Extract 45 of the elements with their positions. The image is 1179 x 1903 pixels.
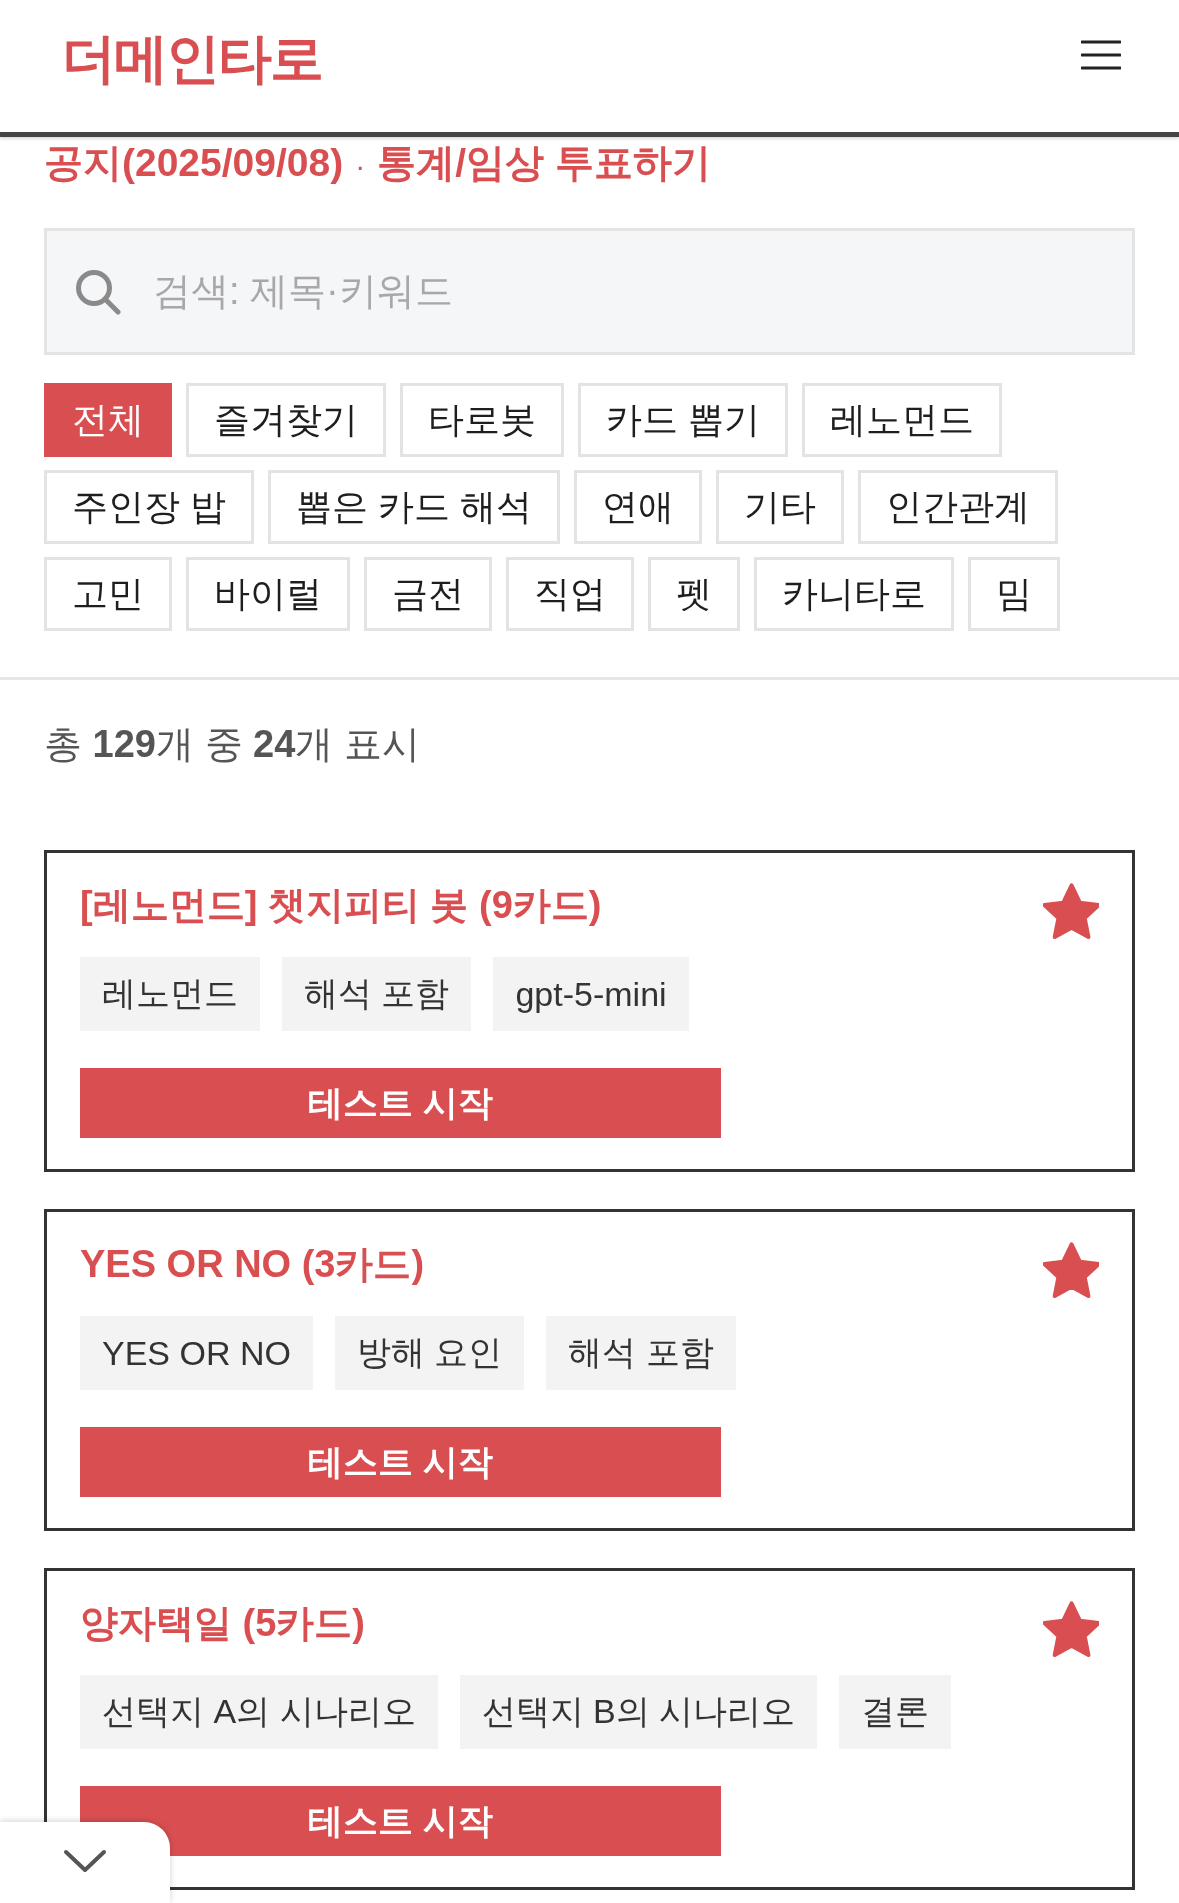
chevron-down-icon — [63, 1848, 107, 1873]
tag: 해석 포함 — [282, 957, 472, 1031]
menu-icon[interactable] — [1081, 40, 1121, 70]
category-chip[interactable]: 레노먼드 — [802, 383, 1002, 457]
category-chip[interactable]: 연애 — [574, 470, 703, 544]
category-chip[interactable]: 전체 — [44, 383, 172, 457]
site-logo[interactable]: 더메인타로 — [62, 22, 322, 96]
category-chip[interactable]: 밈 — [968, 557, 1060, 631]
start-test-button[interactable]: 테스트 시작 — [80, 1068, 721, 1138]
category-chip[interactable]: 뽑은 카드 해석 — [268, 470, 561, 544]
tag: 해석 포함 — [546, 1316, 736, 1390]
category-chip[interactable]: 즐겨찾기 — [186, 383, 386, 457]
category-chip[interactable]: 금전 — [364, 557, 492, 631]
start-test-button[interactable]: 테스트 시작 — [80, 1427, 721, 1497]
tag: 선택지 A의 시나리오 — [80, 1675, 438, 1749]
tag: 레노먼드 — [80, 957, 260, 1031]
result-count: 총 129개 중 24개 표시 — [44, 722, 421, 767]
category-chip[interactable]: 기타 — [716, 470, 845, 544]
bottom-menu[interactable] — [0, 1822, 170, 1903]
notice-link[interactable]: 공지(2025/09/08) — [44, 139, 344, 187]
category-chip[interactable]: 인간관계 — [858, 470, 1059, 544]
category-chip[interactable]: 바이럴 — [186, 557, 350, 631]
tag: YES OR NO — [80, 1316, 313, 1390]
category-chip[interactable]: 펫 — [648, 557, 740, 631]
category-chip[interactable]: 타로봇 — [400, 383, 564, 457]
tag: 선택지 B의 시나리오 — [459, 1675, 818, 1749]
separator-dot: · — [355, 148, 366, 184]
start-test-button[interactable]: 테스트 시작 — [80, 1786, 721, 1856]
category-chip[interactable]: 주인장 밥 — [44, 470, 254, 544]
tag: gpt-5-mini — [493, 957, 689, 1031]
tag: 방해 요인 — [334, 1316, 525, 1390]
category-chip[interactable]: 고민 — [44, 557, 172, 631]
card-title[interactable]: YES OR NO (3카드) — [80, 1240, 425, 1288]
notice-link[interactable]: 통계/임상 투표하기 — [377, 139, 711, 187]
category-chip[interactable]: 카드 뽑기 — [578, 383, 788, 457]
category-chip[interactable]: 카니타로 — [754, 557, 954, 631]
card-title[interactable]: 양자택일 (5카드) — [80, 1599, 365, 1647]
star-filled-icon[interactable] — [1043, 883, 1099, 939]
star-filled-icon[interactable] — [1043, 1242, 1099, 1298]
search-icon — [75, 269, 121, 315]
tag: 결론 — [839, 1675, 952, 1749]
card-title[interactable]: [레노먼드] 챗지피티 봇 (9카드) — [80, 881, 602, 929]
search-field[interactable]: 검색: 제목·키워드 — [44, 228, 1135, 355]
category-chip[interactable]: 직업 — [506, 557, 634, 631]
star-filled-icon[interactable] — [1043, 1601, 1099, 1657]
